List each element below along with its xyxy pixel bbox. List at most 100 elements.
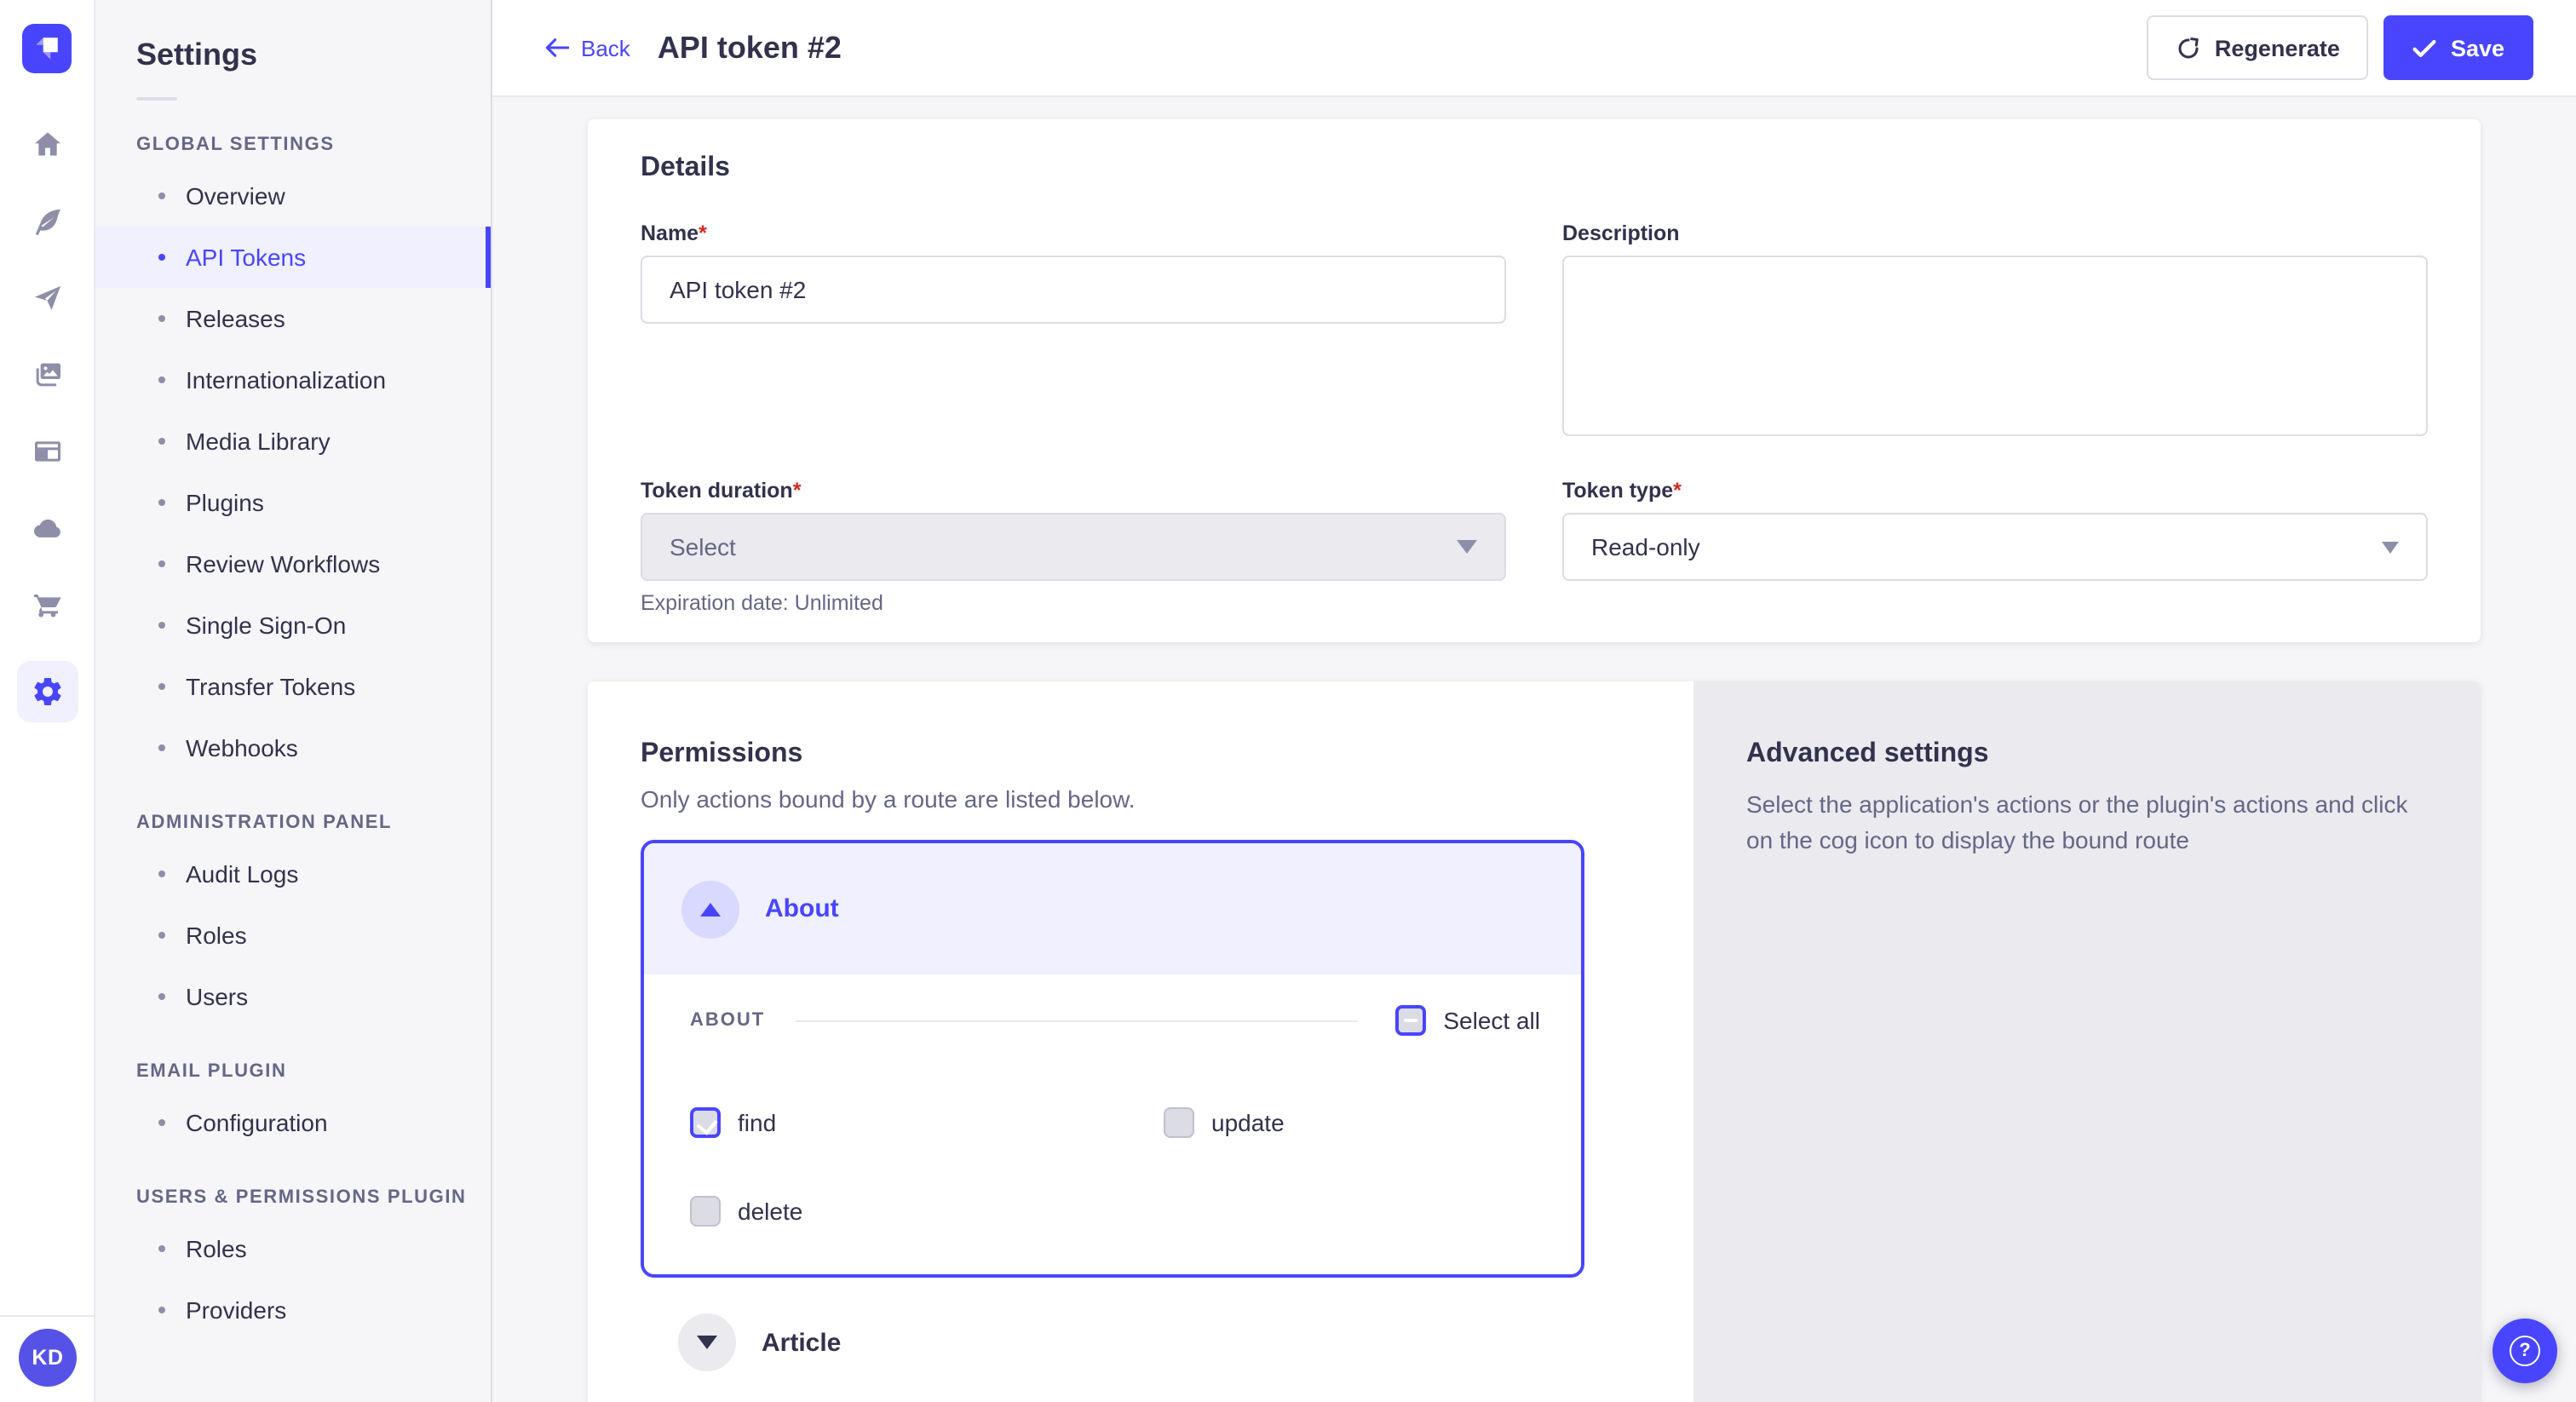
advanced-settings-description: Select the application's actions or the … <box>1746 787 2412 859</box>
about-group-row: ABOUT Select all <box>690 1005 1540 1036</box>
select-all-checkbox[interactable] <box>1395 1005 1426 1036</box>
paper-plane-icon <box>30 281 64 315</box>
rail-item-cloud[interactable] <box>26 508 67 549</box>
regenerate-button[interactable]: Regenerate <box>2147 15 2369 80</box>
select-all-label: Select all <box>1443 1007 1540 1034</box>
sidebar-item-webhooks[interactable]: Webhooks <box>95 717 491 779</box>
nav-section-email-plugin: EMAIL PLUGIN <box>136 1061 491 1082</box>
sidebar-title: Settings <box>136 37 491 73</box>
strapi-logo[interactable] <box>22 24 72 73</box>
rail-item-marketplace[interactable] <box>26 584 67 625</box>
save-button[interactable]: Save <box>2384 15 2533 80</box>
sidebar-item-internationalization[interactable]: Internationalization <box>95 349 491 411</box>
bullet-icon <box>158 315 165 322</box>
content-scroll-area[interactable]: Details Name* Description Token duration… <box>492 97 2576 1402</box>
rail-item-deploy[interactable] <box>26 278 67 319</box>
details-card: Details Name* Description Token duration… <box>588 119 2481 642</box>
bullet-icon <box>158 683 165 690</box>
group-divider <box>796 1020 1358 1021</box>
sidebar-title-divider <box>136 97 177 101</box>
delete-checkbox[interactable] <box>690 1196 721 1227</box>
cloud-icon <box>30 511 64 545</box>
token-duration-value: Select <box>670 533 1457 560</box>
delete-label: delete <box>738 1198 802 1225</box>
rail-divider <box>0 1315 94 1317</box>
back-label: Back <box>581 35 630 60</box>
advanced-settings-panel: Advanced settings Select the application… <box>1693 681 2481 1402</box>
page-header: Back API token #2 Regenerate Save <box>492 0 2576 97</box>
back-arrow-icon <box>545 37 569 58</box>
bullet-icon <box>158 744 165 751</box>
bullet-icon <box>158 932 165 939</box>
check-icon <box>2413 38 2437 57</box>
rail-item-settings[interactable] <box>16 661 78 722</box>
user-avatar[interactable]: KD <box>19 1329 77 1387</box>
name-input[interactable] <box>641 256 1506 324</box>
required-mark: * <box>793 479 802 503</box>
sidebar-item-single-sign-on[interactable]: Single Sign-On <box>95 595 491 656</box>
permissions-column: Permissions Only actions bound by a rout… <box>588 681 1693 1402</box>
permissions-subtitle: Only actions bound by a route are listed… <box>641 785 1641 813</box>
bullet-icon <box>158 1119 165 1126</box>
find-label: find <box>738 1109 776 1136</box>
images-icon <box>30 358 64 392</box>
help-button[interactable]: ? <box>2493 1319 2557 1383</box>
bullet-icon <box>158 1245 165 1252</box>
sidebar-item-media-library[interactable]: Media Library <box>95 411 491 472</box>
rail-item-media[interactable] <box>26 354 67 395</box>
sidebar-item-up-providers[interactable]: Providers <box>95 1279 491 1341</box>
back-link[interactable]: Back <box>545 35 630 60</box>
bullet-icon <box>158 622 165 629</box>
nav-section-users-permissions-plugin: USERS & PERMISSIONS PLUGIN <box>136 1187 491 1208</box>
token-type-value: Read-only <box>1591 533 2382 560</box>
rail-item-content[interactable] <box>26 201 67 242</box>
required-mark: * <box>699 221 707 245</box>
token-duration-label: Token duration* <box>641 479 1506 503</box>
update-checkbox[interactable] <box>1164 1107 1194 1138</box>
action-find: find <box>690 1107 1164 1138</box>
sidebar-item-overview[interactable]: Overview <box>95 165 491 227</box>
expand-toggle[interactable] <box>678 1313 736 1371</box>
permissions-heading: Permissions <box>641 739 1641 770</box>
rail-nav <box>16 124 78 722</box>
find-checkbox[interactable] <box>690 1107 721 1138</box>
article-accordion-header[interactable]: Article <box>641 1313 1641 1371</box>
name-field-group: Name* <box>641 221 1506 324</box>
sidebar-item-plugins[interactable]: Plugins <box>95 472 491 533</box>
permissions-card: Permissions Only actions bound by a rout… <box>588 681 2481 1402</box>
rail-item-content-manager[interactable] <box>26 431 67 472</box>
token-type-field-group: Token type* Read-only <box>1562 479 2428 581</box>
sidebar-item-releases[interactable]: Releases <box>95 288 491 349</box>
description-field-group: Description <box>1562 221 2428 445</box>
chevron-down-icon <box>1457 540 1477 554</box>
token-duration-hint: Expiration date: Unlimited <box>641 591 1506 615</box>
layout-icon <box>30 434 64 468</box>
sidebar-item-transfer-tokens[interactable]: Transfer Tokens <box>95 656 491 717</box>
sidebar-item-audit-logs[interactable]: Audit Logs <box>95 843 491 905</box>
about-accordion: About ABOUT Select all <box>641 840 1584 1278</box>
action-update: update <box>1164 1107 1540 1138</box>
article-accordion-title: Article <box>762 1328 841 1357</box>
collapse-toggle[interactable] <box>681 880 739 938</box>
main-area: Back API token #2 Regenerate Save Detail… <box>492 0 2576 1402</box>
token-duration-field-group: Token duration* Select Expiration date: … <box>641 479 1506 615</box>
about-accordion-title: About <box>765 894 839 923</box>
sidebar-item-admin-users[interactable]: Users <box>95 966 491 1027</box>
sidebar-item-api-tokens[interactable]: API Tokens <box>95 227 491 288</box>
sidebar-item-admin-roles[interactable]: Roles <box>95 905 491 966</box>
regenerate-icon <box>2176 35 2201 60</box>
about-accordion-header[interactable]: About <box>644 843 1581 974</box>
token-duration-select[interactable]: Select <box>641 513 1506 581</box>
sidebar-item-review-workflows[interactable]: Review Workflows <box>95 533 491 595</box>
feather-icon <box>30 204 64 238</box>
description-textarea[interactable] <box>1562 256 2428 436</box>
token-type-label: Token type* <box>1562 479 2428 503</box>
sidebar-item-email-configuration[interactable]: Configuration <box>95 1092 491 1153</box>
regenerate-label: Regenerate <box>2215 35 2340 60</box>
rail-item-home[interactable] <box>26 124 67 165</box>
gear-icon <box>30 675 64 709</box>
token-type-select[interactable]: Read-only <box>1562 513 2428 581</box>
nav-section-administration-panel: ADMINISTRATION PANEL <box>136 813 491 833</box>
workspace-rail: KD <box>0 0 95 1402</box>
sidebar-item-up-roles[interactable]: Roles <box>95 1218 491 1279</box>
